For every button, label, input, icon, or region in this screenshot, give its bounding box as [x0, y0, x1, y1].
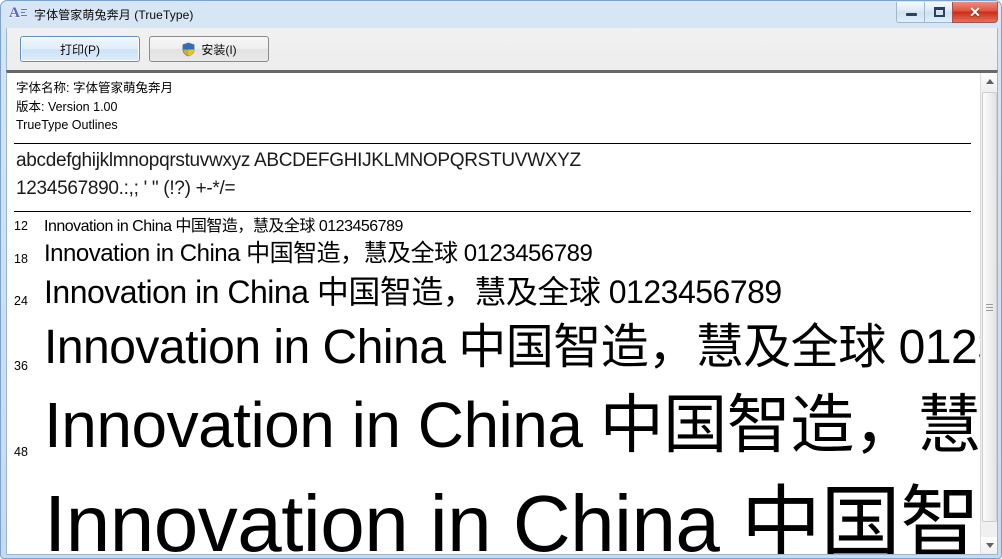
font-outlines-line: TrueType Outlines	[16, 118, 118, 132]
vertical-scrollbar[interactable]	[980, 73, 997, 554]
window-title: 字体管家萌兔奔月 (TrueType)	[34, 8, 194, 22]
font-version-line: 版本: Version 1.00	[16, 99, 118, 114]
scroll-down-arrow-icon[interactable]	[981, 537, 997, 554]
alphabet-digits-line: 1234567890.:,; ' " (!?) +-*/=	[16, 177, 236, 199]
toolbar: 打印(P) 安装(I)	[6, 28, 998, 70]
size-samples-list: 12 Innovation in China 中国智造，慧及全球 01234567…	[7, 212, 980, 554]
uac-shield-icon	[181, 42, 196, 57]
sample-row: 24 Innovation in China 中国智造，慧及全球 01234567…	[7, 267, 980, 310]
sample-text: Innovation in China 中国智造，慧及全球 0123456789	[44, 274, 782, 310]
alphabet-sample-block: abcdefghijklmnopqrstuvwxyz ABCDEFGHIJKLM…	[7, 144, 980, 207]
scroll-up-arrow-icon[interactable]	[981, 73, 997, 90]
sample-text: Innovation in China 中国智造，慧及全球 0123456789	[44, 321, 980, 375]
print-button[interactable]: 打印(P)	[20, 36, 140, 62]
sample-row: 60Innovation in China 中国智造，慧及全球 01234567…	[7, 460, 980, 554]
print-button-label: 打印(P)	[60, 42, 100, 57]
font-preview-window: A 字体管家萌兔奔月 (TrueType) ✕ 打印(P) 安装(I) 字体名称…	[0, 0, 1002, 559]
install-button[interactable]: 安装(I)	[149, 36, 269, 62]
preview-client-area: 字体名称: 字体管家萌兔奔月 版本: Version 1.00 TrueType…	[6, 70, 998, 555]
sample-text: Innovation in China 中国智造，慧及全球 0123456789	[44, 478, 980, 554]
close-button[interactable]: ✕	[952, 2, 998, 23]
sample-row: 48 Innovation in China 中国智造，慧及全球 01234567…	[7, 374, 980, 460]
maximize-icon	[934, 7, 945, 17]
scrollbar-thumb[interactable]	[982, 92, 997, 522]
sample-size-label: 36	[14, 358, 28, 373]
title-bar[interactable]: A 字体管家萌兔奔月 (TrueType) ✕	[6, 1, 998, 28]
font-name-line: 字体名称: 字体管家萌兔奔月	[16, 81, 173, 95]
sample-row: 18 Innovation in China 中国智造，慧及全球 01234567…	[7, 235, 980, 267]
font-info-block: 字体名称: 字体管家萌兔奔月 版本: Version 1.00 TrueType…	[7, 73, 980, 139]
font-file-icon: A	[9, 4, 27, 24]
sample-text: Innovation in China 中国智造，慧及全球 0123456789	[44, 240, 593, 268]
sample-text: Innovation in China 中国智造，慧及全球 0123456789	[44, 388, 980, 461]
sample-text: Innovation in China 中国智造，慧及全球 0123456789	[44, 217, 403, 235]
window-controls: ✕	[896, 2, 998, 23]
sample-size-label: 24	[14, 294, 28, 309]
close-icon: ✕	[969, 3, 981, 20]
scrollbar-grip-icon	[986, 302, 993, 313]
preview-scroll-content: 字体名称: 字体管家萌兔奔月 版本: Version 1.00 TrueType…	[7, 73, 980, 554]
install-button-label: 安装(I)	[201, 42, 237, 57]
sample-size-label: 60	[14, 553, 44, 554]
minimize-button[interactable]	[896, 2, 925, 23]
sample-size-label: 18	[14, 251, 28, 266]
title-icon-letter: A	[9, 4, 20, 21]
minimize-icon	[906, 13, 917, 16]
sample-row: 36 Innovation in China 中国智造，慧及全球 01234567…	[7, 310, 980, 374]
sample-size-label: 48	[14, 444, 28, 459]
alphabet-letters-line: abcdefghijklmnopqrstuvwxyz ABCDEFGHIJKLM…	[16, 149, 581, 171]
sample-size-label: 12	[14, 219, 28, 234]
sample-row: 12 Innovation in China 中国智造，慧及全球 01234567…	[7, 214, 980, 235]
title-icon-lines	[21, 8, 27, 18]
maximize-button[interactable]	[924, 2, 953, 23]
